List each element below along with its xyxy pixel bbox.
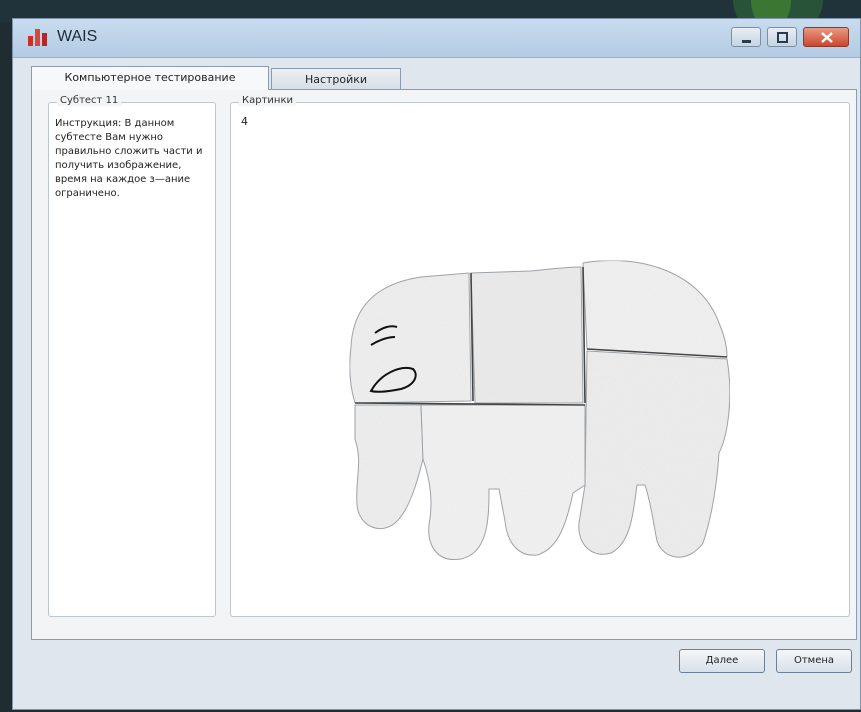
maximize-icon bbox=[777, 32, 788, 43]
close-button[interactable] bbox=[803, 27, 849, 47]
tab-settings[interactable]: Настройки bbox=[271, 68, 401, 90]
bar-chart-icon bbox=[28, 29, 47, 46]
instruction-text: Инструкция: В данном субтесте Вам нужно … bbox=[55, 118, 203, 199]
tab-computer-testing[interactable]: Компьютерное тестирование bbox=[31, 66, 269, 90]
minimize-button[interactable] bbox=[731, 27, 761, 47]
minimize-icon bbox=[742, 40, 751, 43]
app-window: WAIS Компьютерное тестирование Настройки… bbox=[12, 18, 861, 710]
pictures-group: Картинки 4 bbox=[230, 95, 850, 617]
picture-number: 4 bbox=[241, 115, 248, 128]
pictures-legend: Картинки bbox=[239, 95, 296, 106]
puzzle-piece-rump bbox=[582, 260, 728, 358]
close-icon bbox=[821, 32, 833, 43]
cancel-button[interactable]: Отмена bbox=[776, 649, 852, 673]
window-title: WAIS bbox=[57, 28, 98, 45]
next-button[interactable]: Далее bbox=[679, 649, 765, 673]
puzzle-piece-back bbox=[470, 266, 584, 404]
puzzle-piece-trunk bbox=[354, 404, 424, 529]
subtest-legend: Субтест 11 bbox=[57, 95, 122, 106]
subtest-group: Субтест 11 Инструкция: В данном субтесте… bbox=[48, 95, 216, 617]
puzzle-piece-hind-leg bbox=[578, 350, 731, 558]
tab-page: Субтест 11 Инструкция: В данном субтесте… bbox=[31, 89, 857, 640]
title-bar: WAIS bbox=[13, 19, 860, 58]
maximize-button[interactable] bbox=[767, 27, 797, 47]
puzzle-piece-front-legs bbox=[420, 404, 586, 561]
elephant-puzzle-image bbox=[349, 260, 731, 561]
